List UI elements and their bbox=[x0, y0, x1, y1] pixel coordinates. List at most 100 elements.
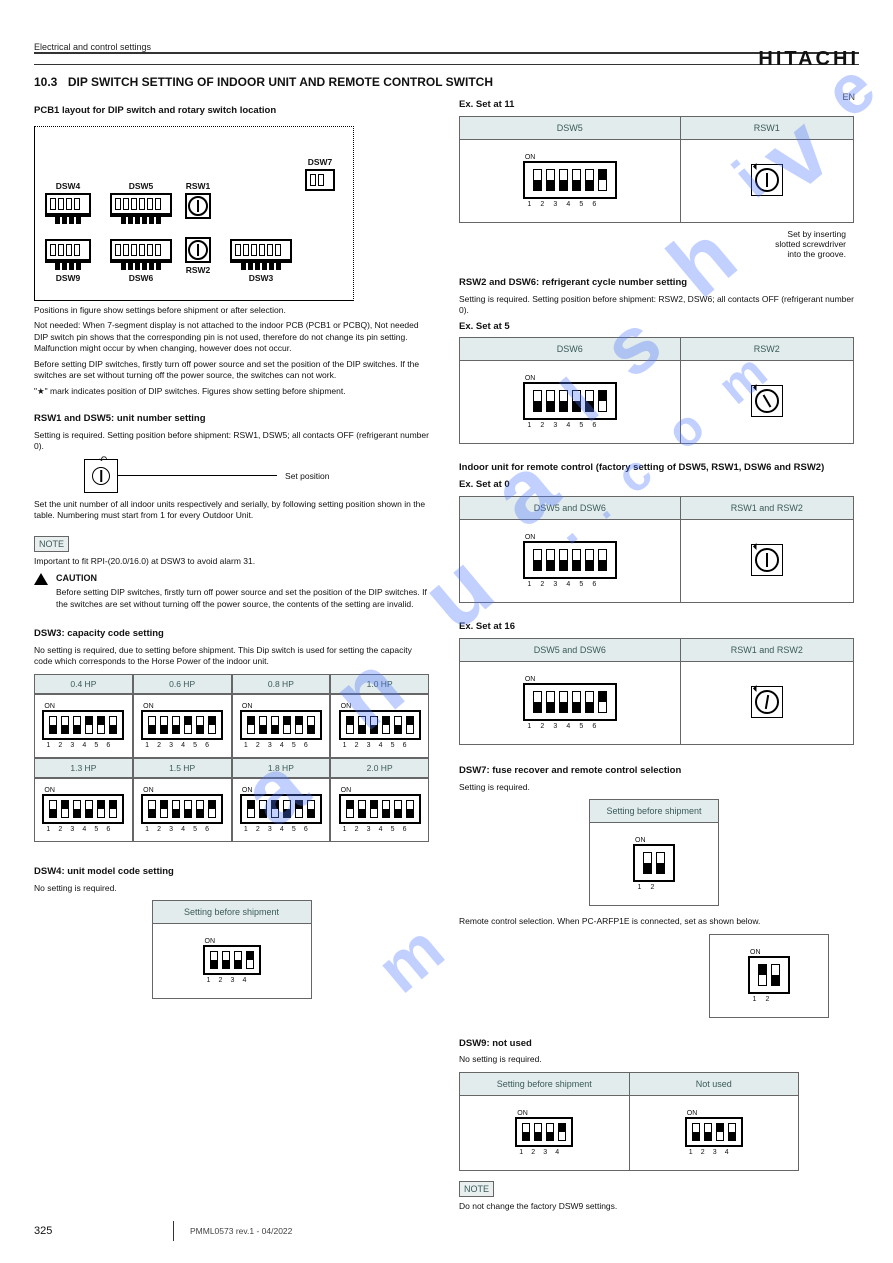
dsw7-table: Setting before shipment ON12 bbox=[589, 799, 719, 906]
dsw3-col-0: 0.4 HP bbox=[34, 674, 133, 694]
dip-dsw4 bbox=[45, 193, 91, 215]
rot-rsw2 bbox=[185, 237, 211, 263]
ex11-th2: RSW1 bbox=[680, 116, 853, 139]
dsw4-th: Setting before shipment bbox=[152, 901, 311, 924]
dsw7-text: Setting is required. bbox=[459, 782, 854, 793]
dip-dsw9 bbox=[45, 239, 91, 261]
rsw2-th1: DSW6 bbox=[460, 338, 681, 361]
dsw3-dip-3: ON123456 bbox=[330, 694, 429, 758]
dsw9-note-head: NOTE bbox=[459, 1181, 494, 1197]
dsw9-table: Setting before shipmentNot used ON1234ON… bbox=[459, 1072, 799, 1171]
dsw3-grid: 0.4 HP0.6 HP0.8 HP1.0 HPON123456ON123456… bbox=[34, 674, 429, 842]
ex16-th1: DSW5 and DSW6 bbox=[460, 638, 681, 661]
ex11-sub: Set by inserting slotted screwdriver int… bbox=[459, 229, 846, 259]
dip-dsw5 bbox=[110, 193, 172, 215]
dip-dsw7 bbox=[305, 169, 335, 191]
rsw2-th2: RSW2 bbox=[680, 338, 853, 361]
dsw3-col-3: 1.0 HP bbox=[330, 674, 429, 694]
dsw9-text: No setting is required. bbox=[459, 1054, 854, 1065]
intro-p3: Before setting DIP switches, firstly tur… bbox=[34, 359, 429, 382]
lbl-dsw7: DSW7 bbox=[305, 157, 335, 167]
ex16-table: DSW5 and DSW6RSW1 and RSW2 ON123456 bbox=[459, 638, 854, 745]
section-number: 10.3 bbox=[34, 75, 57, 89]
remote-th1: DSW5 and DSW6 bbox=[460, 497, 681, 520]
dsw9-th2: Not used bbox=[629, 1072, 799, 1095]
caution-block: CAUTION Before setting DIP switches, fir… bbox=[34, 573, 429, 614]
pcb-diagram: DSW4 DSW5 RSW1 DSW7 bbox=[34, 126, 354, 301]
dsw9-th1: Setting before shipment bbox=[460, 1072, 630, 1095]
dsw3-dip-5: ON123456 bbox=[133, 778, 232, 842]
pretitle: Electrical and control settings bbox=[34, 42, 859, 52]
ex16-heading: Ex. Set at 16 bbox=[459, 621, 854, 634]
rsw2-rotary bbox=[751, 385, 783, 417]
rsw-p2: Set the unit number of all indoor units … bbox=[34, 499, 429, 522]
remote-th2: RSW1 and RSW2 bbox=[680, 497, 853, 520]
rsw-p1: Setting is required. Setting position be… bbox=[34, 430, 429, 453]
note-head-1: NOTE bbox=[34, 536, 69, 552]
rsw2-ex: Ex. Set at 5 bbox=[459, 321, 854, 334]
right-column: Ex. Set at 11 DSW5RSW1 ON123456 Set by i… bbox=[459, 95, 854, 1216]
remote-table: DSW5 and DSW6RSW1 and RSW2 ON123456 bbox=[459, 496, 854, 603]
dsw3-col-6: 1.8 HP bbox=[232, 758, 331, 778]
ex11-th1: DSW5 bbox=[460, 116, 681, 139]
section-title: DIP SWITCH SETTING OF INDOOR UNIT AND RE… bbox=[68, 75, 493, 89]
dsw4-table: Setting before shipment ON1234 bbox=[152, 900, 312, 999]
lbl-dsw5: DSW5 bbox=[110, 181, 172, 191]
caution-text: Before setting DIP switches, firstly tur… bbox=[56, 587, 429, 610]
setpos-figure: ↶ Set position bbox=[84, 459, 429, 493]
intro-p1: Positions in figure show settings before… bbox=[34, 305, 429, 316]
ex11-table: DSW5RSW1 ON123456 bbox=[459, 116, 854, 223]
remote-rotary bbox=[751, 544, 783, 576]
rot-rsw1 bbox=[185, 193, 211, 219]
dsw3-col-1: 0.6 HP bbox=[133, 674, 232, 694]
dsw3-dip-1: ON123456 bbox=[133, 694, 232, 758]
lang-indicator: EN bbox=[842, 92, 855, 102]
pcb-caption: PCB1 layout for DIP switch and rotary sw… bbox=[34, 105, 429, 118]
dsw3-heading: DSW3: capacity code setting bbox=[34, 628, 429, 641]
left-column: PCB1 layout for DIP switch and rotary sw… bbox=[34, 95, 429, 1216]
dsw3-col-4: 1.3 HP bbox=[34, 758, 133, 778]
rule-top bbox=[34, 52, 859, 54]
footer: 325 PMML0573 rev.1 - 04/2022 bbox=[34, 1221, 859, 1241]
dsw9-note: Do not change the factory DSW9 settings. bbox=[459, 1201, 854, 1212]
dip-dsw3 bbox=[230, 239, 292, 261]
dsw7-heading: DSW7: fuse recover and remote control se… bbox=[459, 765, 854, 778]
rsw2-text: Setting is required. Setting position be… bbox=[459, 294, 854, 317]
lbl-rsw2: RSW2 bbox=[185, 265, 211, 275]
dsw3-col-5: 1.5 HP bbox=[133, 758, 232, 778]
dsw7-table2: ON12 bbox=[709, 934, 829, 1018]
remote-ex: Ex. Set at 0 bbox=[459, 479, 854, 492]
ex11-heading: Ex. Set at 11 bbox=[459, 99, 854, 112]
lbl-dsw6: DSW6 bbox=[110, 273, 172, 283]
remote-heading: Indoor unit for remote control (factory … bbox=[459, 462, 854, 475]
dsw3-dip-7: ON123456 bbox=[330, 778, 429, 842]
lbl-dsw9: DSW9 bbox=[45, 273, 91, 283]
section-heading: 10.3 DIP SWITCH SETTING OF INDOOR UNIT A… bbox=[34, 75, 859, 89]
ex16-th2: RSW1 and RSW2 bbox=[680, 638, 853, 661]
rsw2-heading: RSW2 and DSW6: refrigerant cycle number … bbox=[459, 277, 854, 290]
dsw3-text: No setting is required, due to setting b… bbox=[34, 645, 429, 668]
dsw7-text2: Remote control selection. When PC-ARFP1E… bbox=[459, 916, 854, 927]
ex11-rotary bbox=[751, 164, 783, 196]
dsw9-heading: DSW9: not used bbox=[459, 1038, 854, 1051]
rsw2-table: DSW6RSW2 ON123456 bbox=[459, 337, 854, 444]
dsw7-th: Setting before shipment bbox=[590, 800, 719, 823]
warning-icon bbox=[34, 573, 48, 585]
dsw4-text: No setting is required. bbox=[34, 883, 429, 894]
dsw3-dip-6: ON123456 bbox=[232, 778, 331, 842]
dsw3-dip-4: ON123456 bbox=[34, 778, 133, 842]
page-number: 325 bbox=[34, 1221, 174, 1241]
dsw3-dip-0: ON123456 bbox=[34, 694, 133, 758]
rsw-heading: RSW1 and DSW5: unit number setting bbox=[34, 413, 429, 426]
lbl-dsw4: DSW4 bbox=[45, 181, 91, 191]
dip-dsw6 bbox=[110, 239, 172, 261]
intro-star: "★" mark indicates position of DIP switc… bbox=[34, 386, 429, 397]
setpos-label: Set position bbox=[285, 471, 329, 481]
lbl-dsw3: DSW3 bbox=[230, 273, 292, 283]
lbl-rsw1: RSW1 bbox=[185, 181, 211, 191]
dsw3-dip-2: ON123456 bbox=[232, 694, 331, 758]
brand-logo: HITACHI bbox=[758, 48, 859, 71]
dsw3-col-7: 2.0 HP bbox=[330, 758, 429, 778]
doc-ref: PMML0573 rev.1 - 04/2022 bbox=[184, 1226, 859, 1236]
ex16-rotary bbox=[751, 686, 783, 718]
